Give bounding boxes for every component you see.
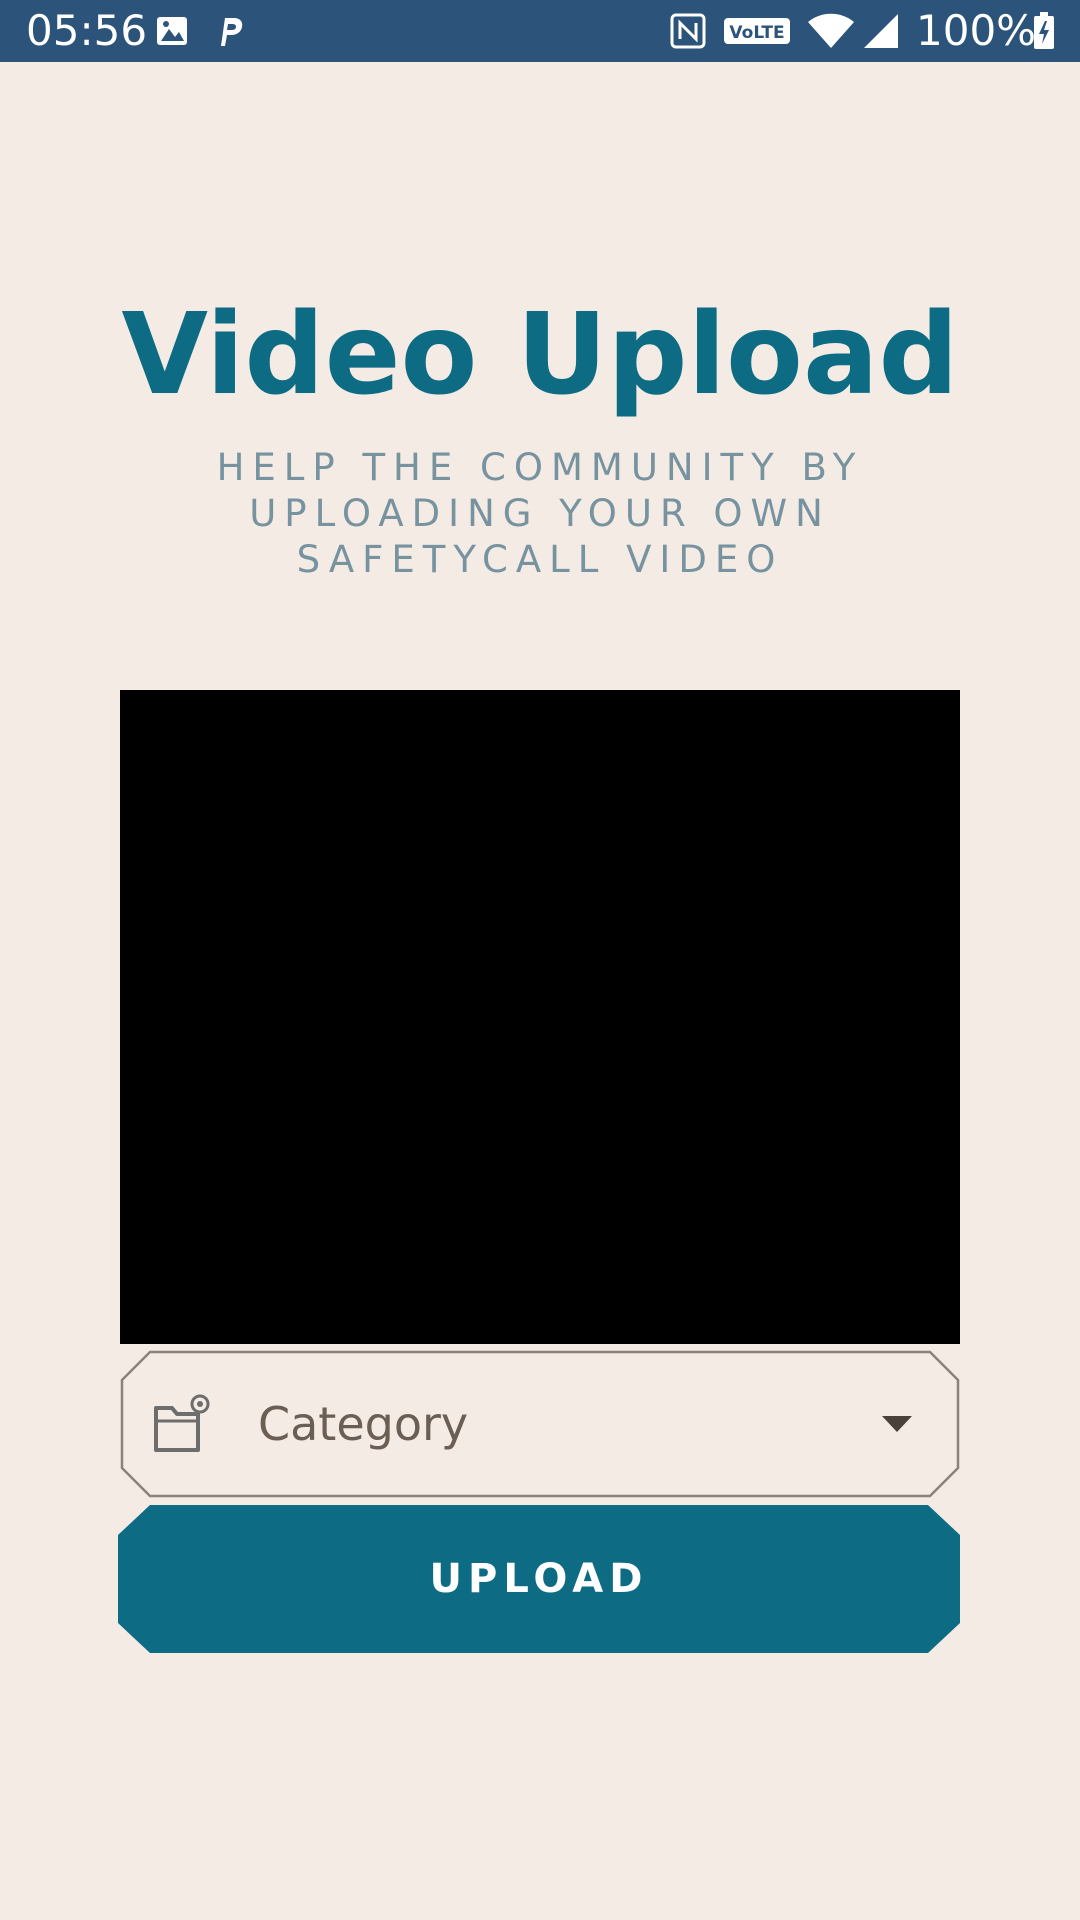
upload-button[interactable]: UPLOAD: [118, 1505, 960, 1653]
image-icon: [157, 17, 187, 45]
parking-icon: [221, 18, 243, 46]
battery-charging-icon: [1034, 12, 1054, 49]
category-label: Category: [258, 1397, 469, 1451]
wifi-icon: [808, 13, 854, 48]
category-dropdown-outline: [120, 1350, 960, 1498]
volte-icon: VoLTE: [724, 18, 790, 44]
category-dropdown[interactable]: Category: [120, 1350, 960, 1498]
svg-text:VoLTE: VoLTE: [729, 23, 784, 43]
nfc-icon: [670, 13, 706, 49]
upload-button-label: UPLOAD: [429, 1556, 649, 1602]
page-subtitle: HELP THE COMMUNITY BY UPLOADING YOUR OWN…: [216, 446, 864, 581]
status-bar: 05:56 VoLTE 100%: [0, 0, 1080, 62]
status-time: 05:56: [26, 6, 148, 55]
page-title: Video Upload: [121, 290, 959, 420]
video-preview[interactable]: [120, 690, 960, 1344]
signal-icon: [864, 14, 898, 48]
folder-icon: [154, 1394, 210, 1452]
battery-percentage: 100%: [916, 6, 1037, 55]
screen: 05:56 VoLTE 100% Video Upload HELP THE C…: [0, 0, 1080, 1920]
dropdown-arrow-icon: [882, 1416, 912, 1432]
